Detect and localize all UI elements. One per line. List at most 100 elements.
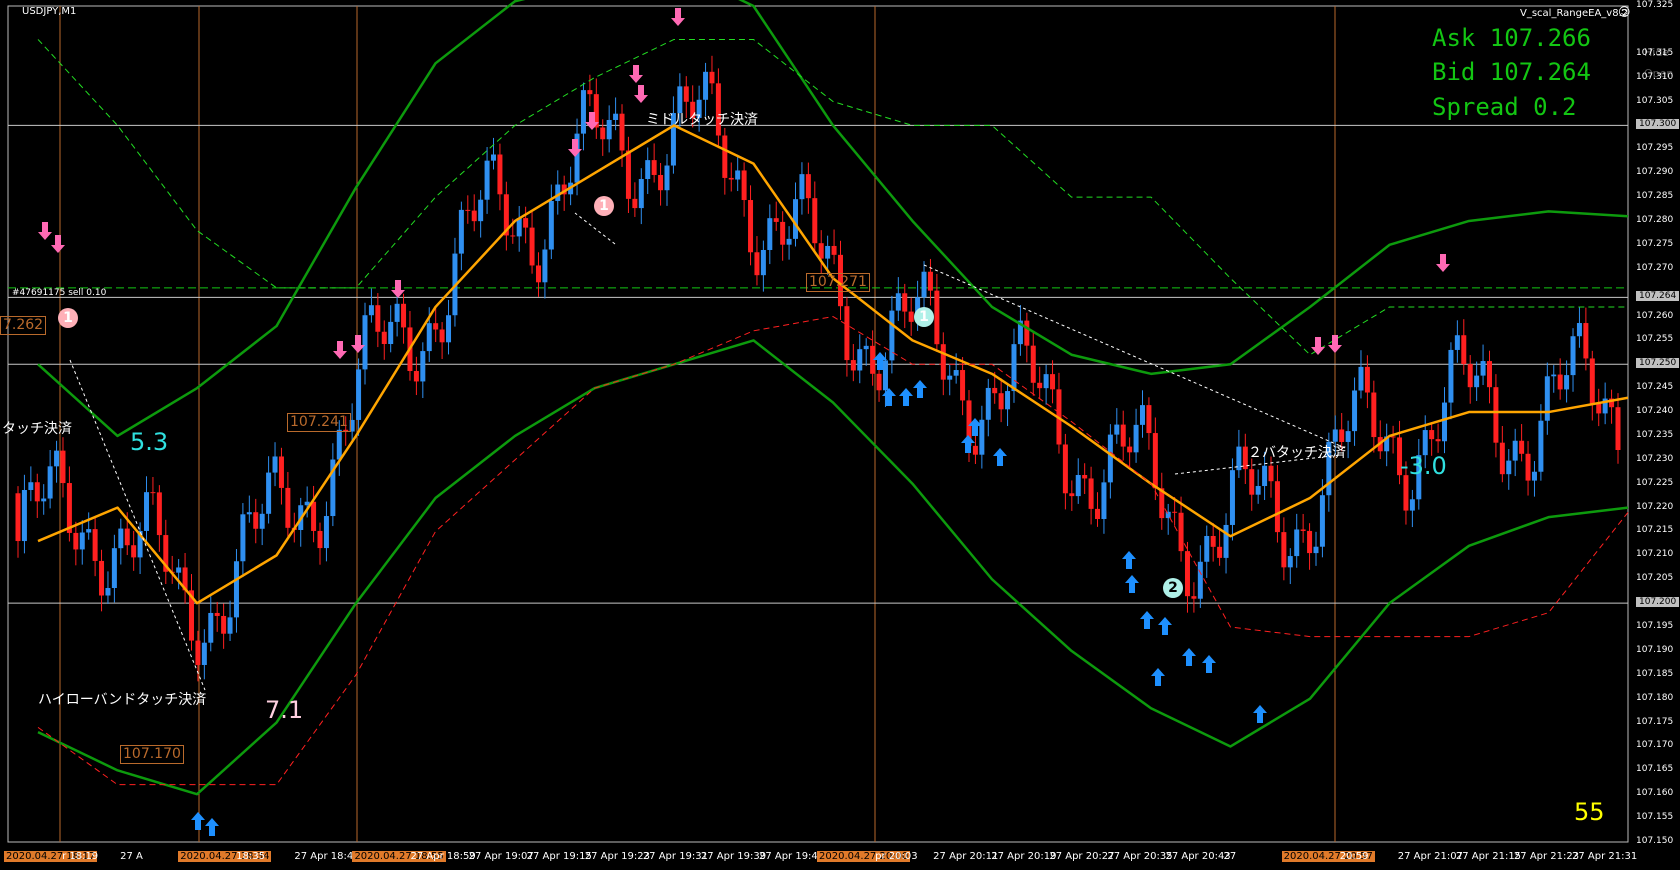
time-tick-label: 20:59	[1339, 851, 1369, 862]
buy-arrow-icon	[1182, 648, 1196, 666]
time-tick-label: 27 Apr 20:43	[1165, 851, 1231, 862]
sell-arrow-icon	[568, 139, 582, 157]
candle-body	[1538, 420, 1544, 472]
candle-body	[381, 331, 387, 345]
candle-body	[850, 360, 856, 371]
price-label: 107.271	[806, 273, 870, 292]
candle-body	[1339, 429, 1345, 442]
candle-body	[735, 170, 741, 180]
candle-body	[1512, 440, 1518, 461]
candle-body	[66, 483, 72, 533]
candle-body	[484, 160, 490, 200]
candle-body	[1409, 499, 1415, 511]
candle-body	[876, 373, 882, 391]
candle-body	[1107, 434, 1113, 483]
candle-body	[401, 303, 407, 328]
price-tick-label: 107.205	[1636, 573, 1674, 584]
candle-body	[1596, 403, 1602, 414]
candle-body	[1364, 366, 1370, 393]
trade-line	[69, 359, 206, 691]
price-chart-canvas[interactable]	[0, 0, 1680, 870]
candle-body	[41, 498, 47, 502]
time-tick-label: r 18:19	[62, 851, 99, 862]
trade-line	[574, 212, 616, 245]
candle-body	[259, 513, 265, 529]
candle-body	[124, 528, 130, 546]
candle-body	[47, 466, 53, 499]
candle-body	[1255, 486, 1261, 495]
candle-body	[767, 218, 773, 250]
candle-body	[1229, 470, 1235, 525]
candle-body	[1300, 529, 1306, 531]
candle-body	[754, 252, 760, 276]
candle-body	[1082, 475, 1088, 479]
candle-body	[285, 487, 291, 528]
candle-body	[1172, 511, 1178, 513]
candle-body	[465, 209, 471, 211]
time-tick-label: 27 Apr 19:47	[758, 851, 825, 862]
candle-body	[1030, 345, 1036, 383]
price-tick-label: 107.185	[1636, 668, 1674, 679]
candle-body	[1454, 335, 1460, 350]
candle-body	[844, 306, 850, 361]
sell-arrow-icon	[333, 341, 347, 359]
candle-body	[953, 370, 959, 376]
touch-settle-label: ミドルタッチ決済	[646, 112, 758, 128]
candle-body	[1486, 361, 1492, 388]
candle-body	[1313, 546, 1319, 554]
candle-body	[972, 445, 978, 455]
buy-arrow-icon	[899, 388, 913, 406]
candle-body	[1557, 374, 1563, 390]
candle-body	[1191, 596, 1197, 599]
candle-body	[1075, 475, 1081, 497]
entry-badge: 1	[914, 307, 934, 327]
time-tick-label: 18:35	[236, 851, 266, 862]
candle-body	[857, 349, 863, 371]
candle-body	[1519, 440, 1525, 454]
price-tick-label: 107.150	[1636, 836, 1674, 846]
candle-body	[253, 512, 259, 529]
price-tick-label: 107.275	[1636, 238, 1674, 249]
price-tick-label: 107.310	[1636, 71, 1674, 82]
time-tick-label: 27 Apr 21:31	[1572, 851, 1638, 862]
candle-body	[1223, 524, 1229, 558]
smiley-icon[interactable]: ☺	[1618, 5, 1631, 19]
chart-window[interactable]: USDJPY,M1 V_scal_RangeEA_v8.2 ☺ Hide Ope…	[0, 0, 1680, 870]
candle-body	[992, 387, 998, 394]
sell-arrow-icon	[391, 280, 405, 298]
candle-body	[1011, 344, 1017, 392]
candle-body	[831, 245, 837, 255]
candle-body	[99, 560, 105, 596]
candle-body	[1480, 361, 1486, 376]
price-tick-label: 107.160	[1636, 788, 1674, 799]
buy-arrow-icon	[882, 388, 896, 406]
candle-body	[15, 493, 21, 542]
time-tick-label: 27 Apr 20:19	[991, 851, 1057, 862]
candle-body	[921, 271, 927, 298]
candle-body	[1583, 323, 1589, 359]
candle-body	[535, 265, 541, 283]
candle-body	[1184, 551, 1190, 597]
candle-body	[233, 561, 239, 618]
candle-body	[362, 315, 368, 370]
candle-body	[1204, 535, 1210, 562]
candle-body	[131, 545, 137, 558]
candle-body	[272, 456, 278, 473]
candle-body	[1615, 407, 1621, 451]
candle-body	[266, 472, 272, 514]
candle-body	[21, 490, 27, 542]
candle-body	[1287, 556, 1293, 568]
buy-arrow-icon	[993, 448, 1007, 466]
candle-body	[394, 303, 400, 322]
candle-body	[1249, 469, 1255, 495]
candle-body	[1178, 512, 1184, 552]
price-tick-label: 107.315	[1636, 47, 1674, 58]
candle-body	[388, 321, 394, 345]
pnl-label: 5.3	[130, 428, 169, 456]
candle-body	[227, 617, 233, 634]
buy-arrow-icon	[913, 380, 927, 398]
plot-frame	[7, 5, 1629, 843]
candle-body	[940, 344, 946, 380]
price-tick-label: 107.255	[1636, 334, 1674, 345]
candle-body	[555, 184, 561, 201]
